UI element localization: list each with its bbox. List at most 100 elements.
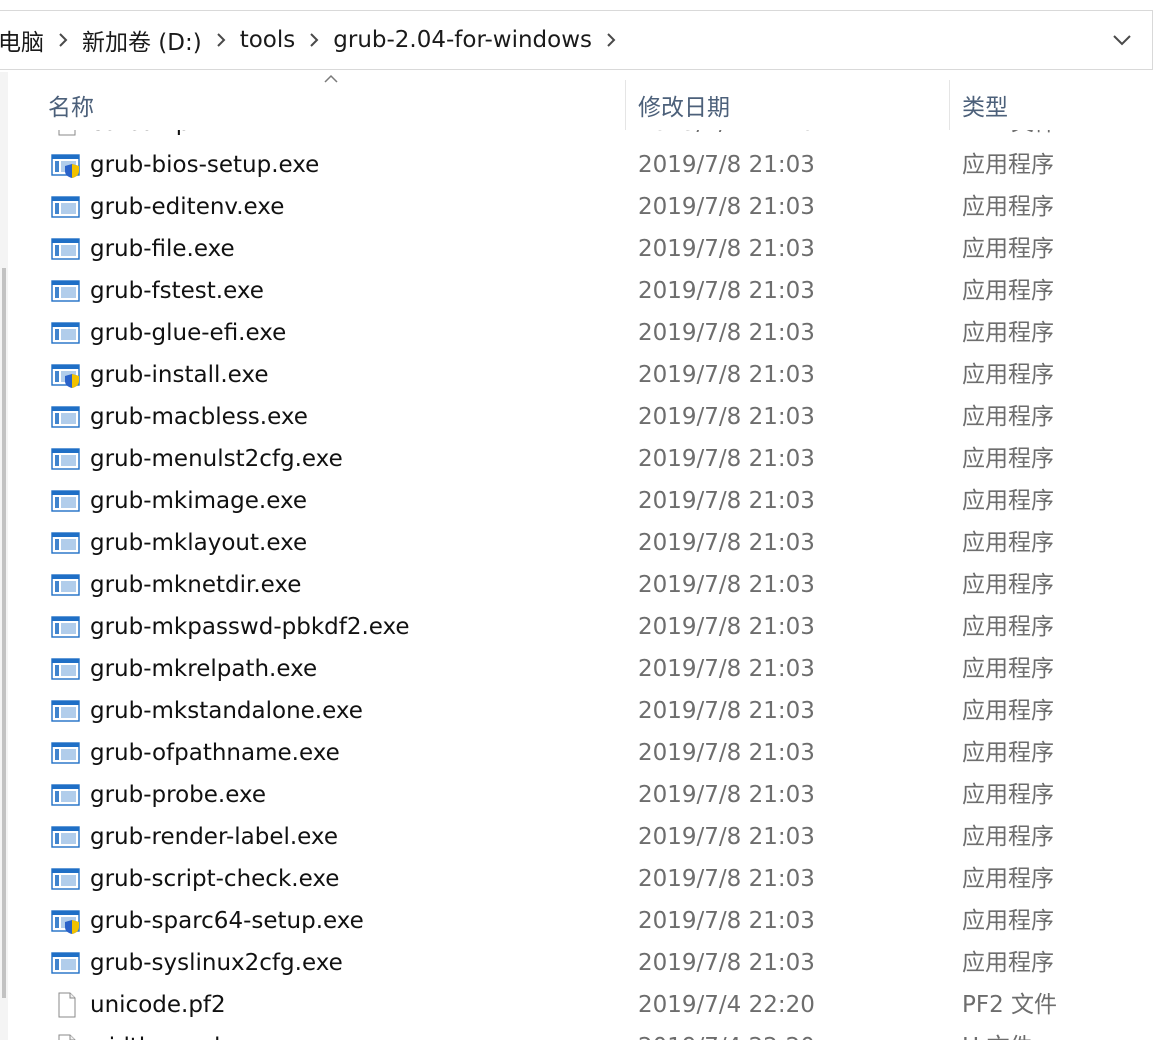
file-row[interactable]: widthspec.h 2019/7/4 22:20 H 文件 [8,1026,1155,1040]
chevron-down-icon [1113,34,1131,45]
file-row[interactable]: grub-script-check.exe 2019/7/8 21:03 应用程序 [8,858,1155,900]
file-row[interactable]: grub-mkstandalone.exe 2019/7/8 21:03 应用程序 [8,690,1155,732]
file-name: grub-script-check.exe [90,866,340,892]
file-name: grub-probe.exe [90,782,267,808]
file-modified-date: 2019/7/8 21:03 [638,278,815,304]
file-name: grub-fstest.exe [90,278,264,304]
app-window-icon [51,572,81,598]
file-type: 应用程序 [962,404,1054,430]
file-row[interactable]: grub-sparc64-setup.exe 2019/7/8 21:03 应用程序 [8,900,1155,942]
file-type: 应用程序 [962,488,1054,514]
file-explorer-window: 电脑 新加卷 (D:) tools grub-2.04-for-windows [0,0,1155,1040]
file-modified-date: 2019/7/8 21:03 [638,656,815,682]
chevron-right-icon[interactable] [46,11,80,69]
file-modified-date: 2019/7/8 21:03 [638,152,815,178]
file-row[interactable]: grub-bios-setup.exe 2019/7/8 21:03 应用程序 [8,144,1155,186]
file-row[interactable]: grub-install.exe 2019/7/8 21:03 应用程序 [8,354,1155,396]
file-modified-date: 2019/7/8 21:03 [638,530,815,556]
file-name: grub-bios-setup.exe [90,152,320,178]
file-row[interactable]: grub-fstest.exe 2019/7/8 21:03 应用程序 [8,270,1155,312]
file-type: 应用程序 [962,614,1054,640]
file-row[interactable]: grub-ofpathname.exe 2019/7/8 21:03 应用程序 [8,732,1155,774]
app-window-icon [51,614,81,640]
scrollbar-thumb[interactable] [2,268,6,998]
file-row[interactable]: grub-macbless.exe 2019/7/8 21:03 应用程序 [8,396,1155,438]
file-modified-date: 2019/7/8 21:03 [638,908,815,934]
file-row[interactable]: grub-mknetdir.exe 2019/7/8 21:03 应用程序 [8,564,1155,606]
file-row[interactable]: grub-menulst2cfg.exe 2019/7/8 21:03 应用程序 [8,438,1155,480]
file-modified-date: 2019/7/8 21:03 [638,698,815,724]
file-type: 应用程序 [962,446,1054,472]
app-window-icon [51,824,81,850]
file-type: H 文件 [962,1026,1033,1040]
app-shield-icon [51,908,81,934]
file-type: PF2 文件 [962,992,1058,1018]
breadcrumb-item-computer[interactable]: 电脑 [0,23,46,57]
file-row[interactable]: grub-editenv.exe 2019/7/8 21:03 应用程序 [8,186,1155,228]
file-row[interactable]: grub-probe.exe 2019/7/8 21:03 应用程序 [8,774,1155,816]
file-type: 应用程序 [962,362,1054,388]
file-row[interactable]: grub-mklayout.exe 2019/7/8 21:03 应用程序 [8,522,1155,564]
file-type: 应用程序 [962,824,1054,850]
file-name: grub-render-label.exe [90,824,338,850]
file-modified-date: 2019/7/8 21:03 [638,572,815,598]
file-name: widthspec.h [90,1026,229,1040]
file-modified-date: 2019/7/8 21:03 [638,236,815,262]
app-window-icon [51,278,81,304]
file-modified-date: 2019/7/8 21:03 [638,320,815,346]
app-window-icon [51,950,81,976]
file-row[interactable]: grub-glue-efi.exe 2019/7/8 21:03 应用程序 [8,312,1155,354]
file-type: 应用程序 [962,320,1054,346]
column-header-date[interactable]: 修改日期 [638,80,730,130]
file-row[interactable]: grub-syslinux2cfg.exe 2019/7/8 21:03 应用程序 [8,942,1155,984]
generic-file-icon [51,992,81,1018]
file-row[interactable]: grub-mkpasswd-pbkdf2.exe 2019/7/8 21:03 应用… [8,606,1155,648]
file-type: 应用程序 [962,278,1054,304]
file-type: 应用程序 [962,782,1054,808]
address-bar[interactable]: 电脑 新加卷 (D:) tools grub-2.04-for-windows [0,10,1153,70]
file-row[interactable]: unicode.pf2 2019/7/4 22:20 PF2 文件 [8,984,1155,1026]
chevron-right-icon[interactable] [297,11,331,69]
breadcrumb-item-current-folder[interactable]: grub-2.04-for-windows [331,27,594,53]
breadcrumb-item-drive[interactable]: 新加卷 (D:) [80,23,204,57]
file-row[interactable]: grub-render-label.exe 2019/7/8 21:03 应用程序 [8,816,1155,858]
file-row[interactable]: grub-mkrelpath.exe 2019/7/8 21:03 应用程序 [8,648,1155,690]
file-modified-date: 2019/7/8 21:03 [638,824,815,850]
chevron-right-icon[interactable] [204,11,238,69]
app-window-icon [51,404,81,430]
app-window-icon [51,530,81,556]
file-modified-date: 2019/7/4 22:20 [638,992,815,1018]
file-name: grub-sparc64-setup.exe [90,908,364,934]
file-type: 应用程序 [962,152,1054,178]
file-row[interactable]: grub-file.exe 2019/7/8 21:03 应用程序 [8,228,1155,270]
file-modified-date: 2019/7/4 22:20 [638,1026,815,1040]
app-window-icon [51,698,81,724]
file-name: grub-editenv.exe [90,194,285,220]
file-modified-date: 2019/7/8 21:03 [638,740,815,766]
file-modified-date: 2019/7/8 21:03 [638,950,815,976]
generic-file-icon [51,1034,81,1040]
column-header-type[interactable]: 类型 [962,80,1008,130]
file-name: grub-ofpathname.exe [90,740,340,766]
breadcrumb-item-tools[interactable]: tools [238,27,298,53]
app-window-icon [51,446,81,472]
file-name: grub-mklayout.exe [90,530,308,556]
column-divider[interactable] [949,80,950,130]
app-window-icon [51,866,81,892]
file-type: 应用程序 [962,866,1054,892]
file-type: 应用程序 [962,698,1054,724]
file-type: 应用程序 [962,194,1054,220]
file-modified-date: 2019/7/8 21:03 [638,446,815,472]
file-name: unicode.pf2 [90,992,226,1018]
file-name: grub-install.exe [90,362,269,388]
app-window-icon [51,782,81,808]
vertical-scrollbar[interactable] [0,72,8,1040]
column-divider[interactable] [625,80,626,130]
file-name: grub-mkimage.exe [90,488,308,514]
file-row[interactable]: grub-mkimage.exe 2019/7/8 21:03 应用程序 [8,480,1155,522]
file-name: grub-glue-efi.exe [90,320,287,346]
file-modified-date: 2019/7/8 21:03 [638,782,815,808]
chevron-right-icon[interactable] [594,11,628,69]
address-history-dropdown[interactable] [1092,11,1152,69]
column-header-name[interactable]: 名称 [48,80,94,130]
